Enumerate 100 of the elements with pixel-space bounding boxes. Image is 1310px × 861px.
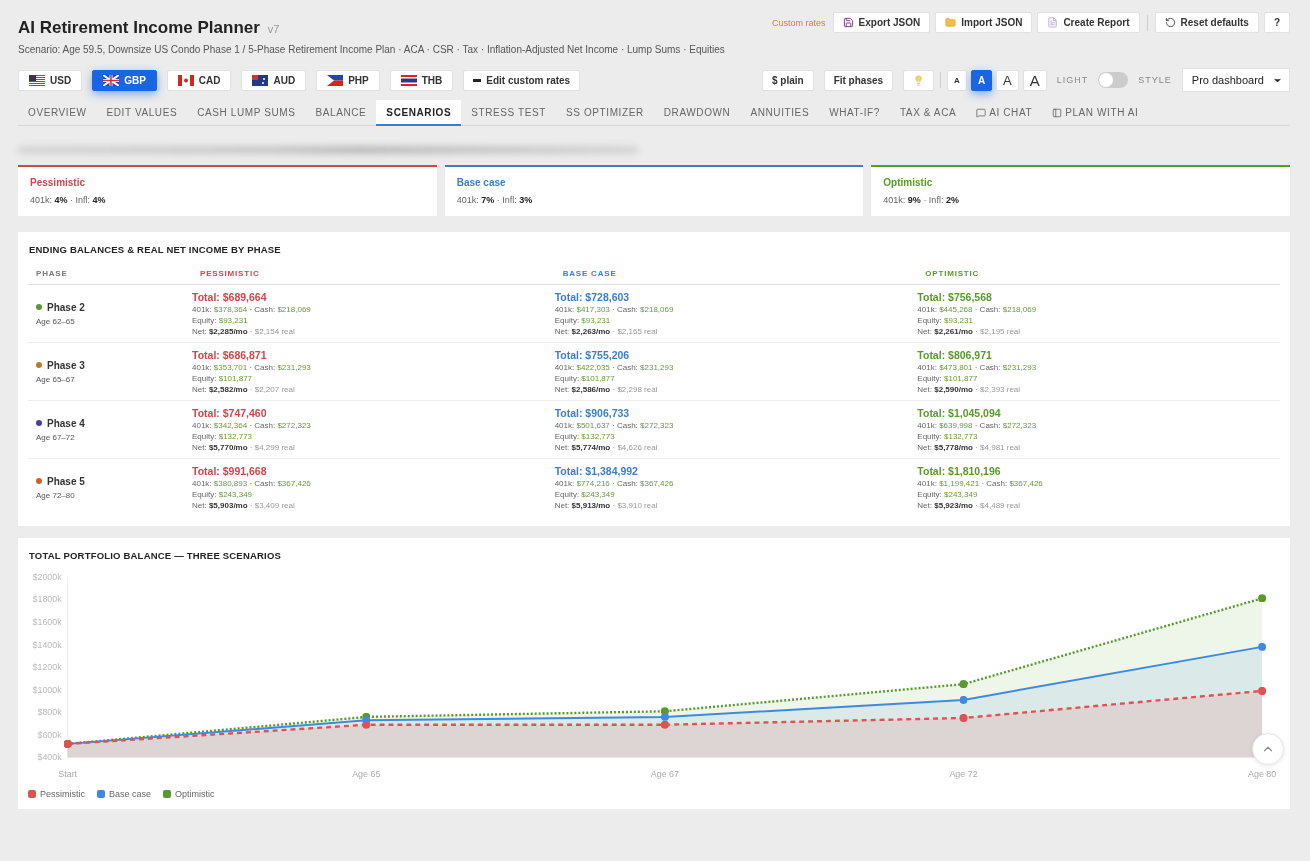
total-value: Total: $689,664 bbox=[192, 291, 268, 303]
scenario-rates: 401k: 9% · Infl: 2% bbox=[883, 195, 960, 205]
column-header: PHASE bbox=[28, 269, 192, 285]
x-axis-label: Age 65 bbox=[352, 769, 381, 780]
phase-ages: Age 72–80 bbox=[36, 490, 76, 500]
legend-label: Pessimistic bbox=[40, 789, 85, 800]
y-axis-label: $1400k bbox=[32, 639, 62, 650]
total-value: Total: $755,206 bbox=[554, 349, 631, 361]
equity-line: Equity: $101,877 bbox=[917, 374, 979, 383]
y-axis-label: $400k bbox=[37, 752, 62, 763]
tab[interactable]: STRESS TEST bbox=[461, 100, 556, 126]
tab[interactable]: WHAT-IF? bbox=[819, 100, 890, 126]
tab[interactable]: SS OPTIMIZER bbox=[556, 100, 654, 126]
tab[interactable]: BALANCE bbox=[305, 100, 377, 126]
total-value: Total: $906,733 bbox=[554, 407, 631, 419]
phase-ages: Age 65–67 bbox=[36, 374, 76, 384]
font-size-button[interactable]: A bbox=[947, 69, 967, 91]
equity-line: Equity: $93,231 bbox=[554, 316, 612, 325]
equity-line: Equity: $101,877 bbox=[554, 374, 616, 383]
action-button[interactable]: ? bbox=[1263, 12, 1290, 33]
net-income-line: Net: $2,582/mo · $2,207 real bbox=[192, 385, 296, 394]
scenario-name: Optimistic bbox=[883, 177, 934, 188]
equity-line: Equity: $93,231 bbox=[917, 316, 974, 325]
tab[interactable]: EDIT VALUES bbox=[96, 100, 188, 126]
flag-icon bbox=[29, 74, 45, 86]
x-axis-label: Start bbox=[58, 769, 78, 780]
y-axis-label: $1600k bbox=[32, 617, 62, 628]
tab[interactable]: PLAN WITH AI bbox=[1042, 100, 1149, 126]
balance-line: 401k: $380,893 · Cash: $367,426 bbox=[192, 479, 312, 488]
net-income-line: Net: $5,770/mo · $4,299 real bbox=[192, 443, 296, 452]
currency-button[interactable]: PHP bbox=[316, 69, 380, 91]
chat-icon bbox=[976, 107, 987, 118]
style-label: STYLE bbox=[1138, 75, 1172, 85]
phase-name: Phase 2 bbox=[47, 301, 85, 313]
panel-icon bbox=[1052, 107, 1063, 118]
net-income-line: Net: $2,586/mo · $2,298 real bbox=[554, 385, 659, 394]
version-label: v7 bbox=[267, 23, 280, 35]
currency-button[interactable]: CAD bbox=[166, 69, 232, 91]
plain-button[interactable]: $ plain bbox=[761, 69, 814, 91]
light-toggle[interactable] bbox=[1098, 72, 1129, 88]
balance-line: 401k: $417,303 · Cash: $218,069 bbox=[554, 305, 675, 314]
fit-phases-button[interactable]: Fit phases bbox=[823, 69, 894, 91]
style-select[interactable]: Pro dashboard bbox=[1181, 68, 1290, 92]
phase-name: Phase 5 bbox=[47, 475, 85, 487]
net-income-line: Net: $2,263/mo · $2,165 real bbox=[554, 327, 659, 336]
equity-line: Equity: $243,349 bbox=[917, 490, 979, 499]
tab[interactable]: SCENARIOS bbox=[376, 100, 462, 126]
flag-icon bbox=[103, 74, 120, 86]
tab[interactable]: AI CHAT bbox=[966, 100, 1043, 126]
edit-rates-button[interactable]: Edit custom rates bbox=[463, 69, 581, 91]
app-title: AI Retirement Income Planner bbox=[18, 18, 260, 38]
tab[interactable]: DRAWDOWN bbox=[653, 100, 741, 126]
tab[interactable]: ANNUITIES bbox=[740, 100, 820, 126]
x-axis-label: Age 67 bbox=[650, 769, 680, 780]
column-header: PESSIMISTIC bbox=[192, 269, 555, 285]
total-value: Total: $806,971 bbox=[917, 349, 993, 361]
currency-button[interactable]: AUD bbox=[241, 69, 307, 91]
flag-icon bbox=[327, 74, 344, 86]
dash-icon bbox=[473, 78, 482, 82]
tip-button[interactable] bbox=[903, 69, 935, 91]
phase-name: Phase 4 bbox=[47, 417, 85, 429]
font-size-button[interactable]: A bbox=[970, 69, 993, 91]
scenario-name: Base case bbox=[456, 177, 507, 188]
action-button[interactable]: Import JSON bbox=[935, 12, 1033, 33]
scenario-rates: 401k: 7% · Infl: 3% bbox=[456, 195, 534, 205]
column-header: BASE CASE bbox=[554, 269, 918, 285]
net-income-line: Net: $2,261/mo · $2,195 real bbox=[917, 327, 1022, 336]
folder-icon bbox=[945, 17, 957, 28]
column-header: OPTIMISTIC bbox=[917, 269, 1280, 285]
y-axis-label: $1200k bbox=[32, 662, 62, 673]
font-size-button[interactable]: A bbox=[996, 69, 1019, 91]
currency-button[interactable]: GBP bbox=[92, 69, 157, 91]
net-income-line: Net: $5,774/mo · $4,626 real bbox=[554, 443, 659, 452]
phase-ages: Age 62–65 bbox=[36, 316, 76, 326]
balance-line: 401k: $639,998 · Cash: $272,323 bbox=[917, 421, 1038, 430]
action-button[interactable]: Export JSON bbox=[832, 12, 931, 33]
balance-line: 401k: $342,364 · Cash: $272,323 bbox=[192, 421, 312, 430]
equity-line: Equity: $132,773 bbox=[917, 432, 979, 441]
panel-title: ENDING BALANCES & REAL NET INCOME BY PHASE bbox=[28, 244, 282, 255]
total-value: Total: $991,668 bbox=[192, 465, 268, 477]
net-income-line: Net: $5,913/mo · $3,910 real bbox=[554, 501, 659, 510]
balance-line: 401k: $501,637 · Cash: $272,323 bbox=[554, 421, 675, 430]
equity-line: Equity: $243,349 bbox=[192, 490, 254, 499]
equity-line: Equity: $93,231 bbox=[192, 316, 249, 325]
tab[interactable]: TAX & ACA bbox=[889, 100, 967, 126]
scroll-top-button[interactable] bbox=[1252, 733, 1284, 766]
balance-line: 401k: $1,199,421 · Cash: $367,426 bbox=[917, 479, 1044, 488]
reset-icon bbox=[1164, 17, 1176, 28]
total-value: Total: $728,603 bbox=[554, 291, 631, 303]
document-icon bbox=[1047, 17, 1059, 28]
currency-button[interactable]: USD bbox=[18, 69, 83, 91]
legend-label: Optimistic bbox=[175, 789, 215, 800]
net-income-line: Net: $2,285/mo · $2,154 real bbox=[192, 327, 296, 336]
action-button[interactable]: Create Report bbox=[1037, 12, 1140, 33]
currency-button[interactable]: THB bbox=[389, 69, 454, 91]
balance-line: 401k: $445,268 · Cash: $218,069 bbox=[917, 305, 1038, 314]
tab[interactable]: OVERVIEW bbox=[18, 100, 97, 126]
action-button[interactable]: Reset defaults bbox=[1154, 12, 1259, 33]
tab[interactable]: CASH LUMP SUMS bbox=[187, 100, 306, 126]
font-size-button[interactable]: A bbox=[1022, 69, 1047, 91]
